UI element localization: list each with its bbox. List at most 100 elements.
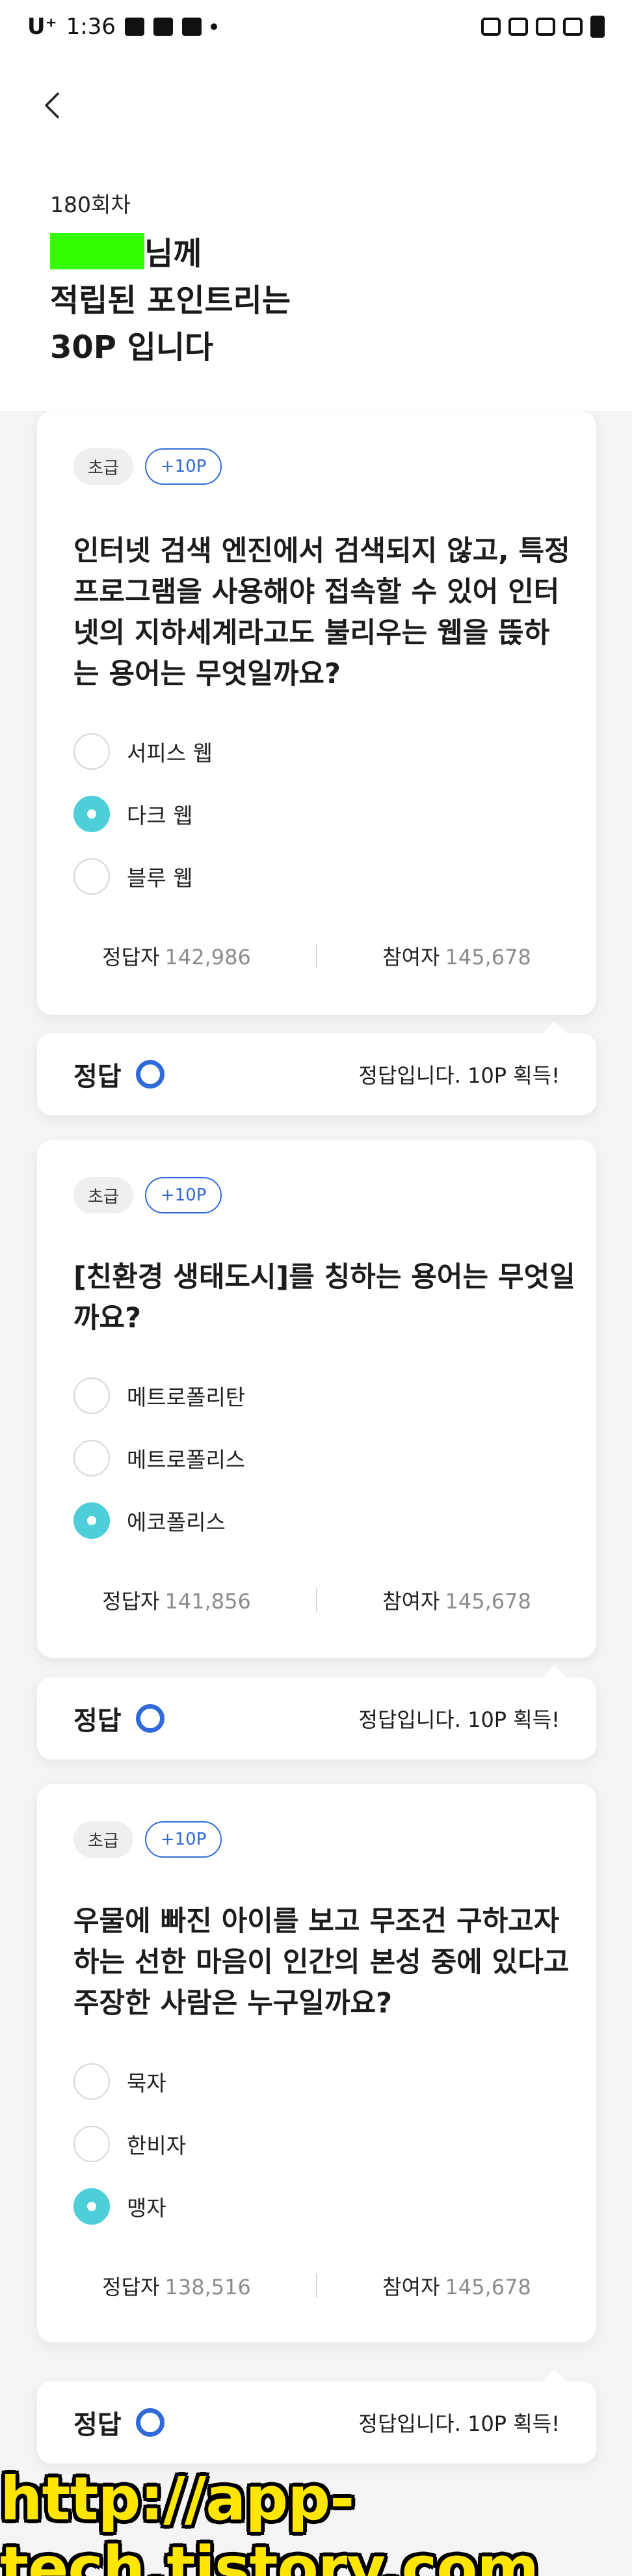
wifi-icon (536, 18, 555, 36)
quiz-option[interactable]: 한비자 (73, 2125, 186, 2163)
quiz-option[interactable]: 메트로폴리스 (73, 1439, 245, 1477)
quiz-stats: 정답자 142,986 참여자 145,678 (37, 940, 596, 972)
participants-label: 참여자 (382, 945, 440, 969)
question-line: 프로그램을 사용해야 접속할 수 있어 인터 (73, 576, 560, 608)
question-line: 하는 선한 마음이 인간의 본성 중에 있다고 (73, 1946, 570, 1979)
clock: 1:36 (66, 14, 116, 40)
option-label: 에코폴리스 (127, 1510, 226, 1535)
alarm-icon (481, 18, 501, 36)
page-header: 180회차 님께 적립된 포인트리는 30P 입니다 (0, 53, 632, 411)
option-label: 메트로폴리탄 (127, 1385, 246, 1410)
question-line: 는 용어는 무엇일까요? (73, 658, 341, 690)
radio-checked-icon (73, 1502, 110, 1539)
question-line: 넷의 지하세계라고도 불리우는 웹을 뜭하 (73, 617, 550, 649)
quiz-stats: 정답자 138,516 참여자 145,678 (37, 2270, 596, 2302)
tool-notification-icon (153, 18, 173, 36)
question-line: [친환경 생태도시]를 칭하는 용어는 무엇일 (73, 1261, 575, 1294)
participants-stat: 참여자 145,678 (317, 1585, 596, 1615)
question-line: 인터넷 검색 엔진에서 검색되지 않고, 특정 (73, 535, 570, 567)
answer-box-3: 정답 정답입니다. 10P 획득! (37, 2370, 596, 2463)
radio-checked-icon (73, 796, 110, 832)
points-badge: +10P (144, 448, 222, 485)
answer-circle-icon (135, 1704, 165, 1733)
answer-circle-icon (135, 2408, 165, 2437)
quiz-question: [친환경 생태도시]를 칭하는 용어는 무엇일 까요? (73, 1257, 575, 1339)
greeting-suffix: 님께 (144, 236, 202, 272)
participants-label: 참여자 (382, 1589, 440, 1614)
correct-stat: 정답자 141,856 (37, 1585, 316, 1615)
answer-notch (543, 1666, 566, 1677)
question-line: 까요? (73, 1302, 142, 1335)
quiz-card-3: 초급 +10P 우물에 빠진 아이를 보고 무조건 구하고자 하는 선한 마음이… (37, 1784, 596, 2342)
answer-box-2: 정답 정답입니다. 10P 획득! (37, 1666, 596, 1759)
answer-notch (543, 1022, 566, 1033)
radio-icon (73, 1440, 110, 1476)
gallery-notification-icon (124, 18, 144, 36)
option-label: 맹자 (127, 2195, 166, 2221)
option-label: 묵자 (127, 2070, 166, 2096)
quiz-option[interactable]: 묵자 (73, 2063, 166, 2100)
quiz-question: 우물에 빠진 아이를 보고 무조건 구하고자 하는 선한 마음이 인간의 본성 … (73, 1901, 570, 2024)
status-right (481, 16, 605, 38)
level-badge: 초급 (73, 448, 133, 485)
option-label: 한비자 (127, 2133, 187, 2158)
status-left: U⁺ 1:36 (27, 14, 217, 40)
mute-icon (508, 18, 528, 36)
correct-label: 정답자 (102, 945, 160, 969)
option-label: 메트로폴리스 (127, 1447, 246, 1472)
quiz-option-selected[interactable]: 에코폴리스 (73, 1502, 226, 1539)
radio-checked-icon (73, 2188, 110, 2225)
quiz-option[interactable]: 서피스 웹 (73, 733, 213, 770)
quiz-badges: 초급 +10P (73, 1177, 222, 1213)
radio-icon (73, 2063, 110, 2100)
participants-count: 145,678 (445, 1589, 531, 1614)
correct-count: 141,856 (165, 1589, 251, 1614)
participants-label: 참여자 (382, 2275, 440, 2299)
answer-notch (543, 2370, 566, 2381)
radio-icon (73, 1377, 110, 1414)
answer-label: 정답 (73, 2410, 122, 2440)
participants-stat: 참여자 145,678 (317, 2271, 596, 2301)
correct-label: 정답자 (102, 1589, 160, 1614)
quiz-stats: 정답자 141,856 참여자 145,678 (37, 1584, 596, 1616)
answer-result: 정답입니다. 10P 획득! (358, 2411, 560, 2436)
quiz-badges: 초급 +10P (73, 448, 222, 485)
participants-stat: 참여자 145,678 (317, 941, 596, 971)
correct-stat: 정답자 138,516 (37, 2271, 316, 2301)
radio-icon (73, 2126, 110, 2162)
carrier-label: U⁺ (27, 14, 57, 40)
status-bar: U⁺ 1:36 (0, 0, 632, 53)
more-notifications-icon (210, 23, 217, 30)
correct-count: 142,986 (165, 945, 251, 969)
option-label: 블루 웹 (127, 865, 193, 891)
participants-count: 145,678 (445, 945, 531, 969)
correct-stat: 정답자 142,986 (37, 941, 316, 971)
answer-result: 정답입니다. 10P 획득! (358, 1063, 560, 1088)
quiz-option[interactable]: 블루 웹 (73, 858, 193, 895)
quiz-card-1: 초급 +10P 인터넷 검색 엔진에서 검색되지 않고, 특정 프로그램을 사용… (37, 411, 596, 1015)
quiz-option-selected[interactable]: 맹자 (73, 2188, 166, 2225)
back-button[interactable] (33, 86, 72, 125)
greeting-line-2: 적립된 포인트리는 (50, 282, 291, 319)
option-label: 다크 웹 (127, 803, 193, 828)
quiz-question: 인터넷 검색 엔진에서 검색되지 않고, 특정 프로그램을 사용해야 접속할 수… (73, 531, 570, 695)
page-title: 님께 적립된 포인트리는 30P 입니다 (50, 230, 291, 371)
battery-icon (590, 16, 605, 38)
question-line: 우물에 빠진 아이를 보고 무조건 구하고자 (73, 1905, 560, 1938)
participants-count: 145,678 (445, 2275, 531, 2299)
radio-icon (73, 858, 110, 895)
back-chevron-icon (45, 92, 59, 118)
masked-user-name (50, 233, 144, 269)
signal-icon (563, 18, 583, 36)
quiz-option-selected[interactable]: 다크 웹 (73, 795, 193, 833)
answer-box-1: 정답 정답입니다. 10P 획득! (37, 1022, 596, 1115)
option-label: 서피스 웹 (127, 740, 213, 766)
greeting-line-3: 30P 입니다 (50, 329, 214, 366)
points-badge: +10P (144, 1821, 222, 1858)
quiz-badges: 초급 +10P (73, 1821, 222, 1858)
level-badge: 초급 (73, 1821, 133, 1858)
quiz-option[interactable]: 메트로폴리탄 (73, 1377, 245, 1415)
round-label: 180회차 (50, 192, 131, 217)
points-badge: +10P (144, 1177, 222, 1213)
greeting-line-1: 님께 (50, 230, 291, 277)
